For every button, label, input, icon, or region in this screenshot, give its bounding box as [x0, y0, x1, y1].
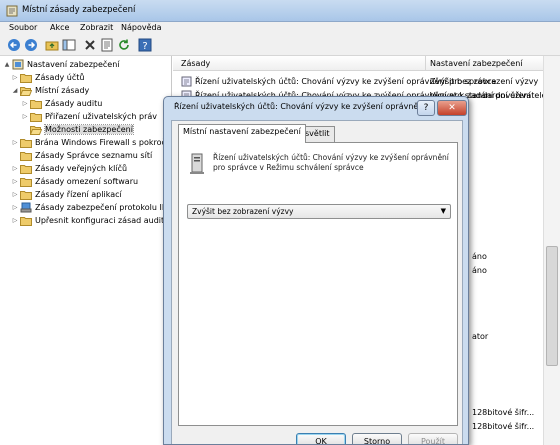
folder-open-icon [30, 124, 42, 135]
menu-akce[interactable]: Akce [50, 23, 69, 32]
policy-setting: áno [472, 252, 487, 261]
folder-icon [20, 215, 32, 226]
forward-arrow-icon[interactable] [24, 38, 38, 52]
tree-item-ip-security-policies[interactable]: ▷ Zásady zabezpečení protokolu IP v míst… [11, 201, 171, 214]
policy-setting: 128bitové šifr... [472, 422, 535, 431]
tree-item-network-list-manager[interactable]: Zásady Správce seznamu sítí [11, 149, 152, 162]
toolbar: ? [0, 36, 560, 56]
close-button[interactable]: ✕ [437, 100, 467, 116]
menu-soubor[interactable]: Soubor [9, 23, 37, 32]
folder-icon [20, 189, 32, 200]
collapse-icon[interactable]: ◢ [11, 87, 19, 94]
expand-icon[interactable]: ▷ [11, 204, 19, 211]
tree-item-audit-policy[interactable]: ▷ Zásady auditu [21, 97, 102, 110]
properties-icon[interactable] [100, 38, 114, 52]
delete-icon[interactable] [83, 38, 97, 52]
policy-setting: ator [472, 332, 489, 341]
scrollbar-thumb[interactable] [546, 246, 558, 366]
list-header: Zásady Nastavení zabezpečení [173, 56, 560, 71]
tab-panel: Řízení uživatelských účtů: Chování výzvy… [178, 142, 458, 426]
tree-item-public-key-policies[interactable]: ▷ Zásady veřejných klíčů [11, 162, 127, 175]
folder-icon [20, 163, 32, 174]
expand-icon[interactable]: ▷ [11, 165, 19, 172]
column-separator[interactable] [425, 56, 426, 71]
tree-item-local-policies[interactable]: ◢ Místní zásady [11, 84, 89, 97]
folder-icon [20, 72, 32, 83]
folder-open-icon [20, 85, 32, 96]
tree-item-user-rights-assignment[interactable]: ▷ Přiřazení uživatelských práv [21, 110, 157, 123]
chevron-down-icon: ▼ [440, 207, 446, 215]
folder-icon [20, 150, 32, 161]
elevation-behavior-select[interactable]: Zvýšit bez zobrazení výzvy ▼ [187, 204, 451, 219]
selected-option: Zvýšit bez zobrazení výzvy [192, 207, 294, 216]
show-hide-tree-icon[interactable] [62, 38, 76, 52]
computer-icon [189, 153, 207, 175]
navigation-tree: ▲ Nastavení zabezpečení ▷ Zásady účtů ◢ … [0, 56, 172, 445]
expand-icon[interactable]: ▷ [21, 100, 29, 107]
help-button[interactable]: ? [417, 100, 435, 116]
dialog-title: Řízení uživatelských účtů: Chování výzvy… [174, 102, 422, 111]
title-bar: Místní zásady zabezpečení [0, 0, 560, 22]
menu-napoveda[interactable]: Nápověda [121, 23, 162, 32]
window-title: Místní zásady zabezpečení [22, 5, 136, 15]
help-icon[interactable]: ? [138, 38, 152, 52]
expand-icon[interactable]: ▷ [21, 113, 29, 120]
menu-zobrazit[interactable]: Zobrazit [80, 23, 113, 32]
menu-bar: Soubor Akce Zobrazit Nápověda [0, 22, 560, 36]
dialog-body: Místní nastavení zabezpečení Vysvětlit Ř… [171, 120, 463, 444]
expand-icon[interactable]: ▷ [11, 74, 19, 81]
security-settings-icon [12, 59, 24, 70]
ipsec-policy-icon [20, 202, 32, 213]
policy-setting: Zvýšit bez zobrazení výzvy [430, 77, 539, 86]
apply-button[interactable]: Použít [408, 433, 458, 444]
tree-item-advanced-audit[interactable]: ▷ Upřesnit konfiguraci zásad auditování [11, 214, 171, 227]
expand-icon[interactable]: ▷ [11, 191, 19, 198]
tree-item-software-restriction[interactable]: ▷ Zásady omezení softwaru [11, 175, 138, 188]
security-policy-icon [6, 5, 18, 17]
properties-dialog: Řízení uživatelských účtů: Chování výzvy… [163, 96, 469, 445]
ok-button[interactable]: OK [296, 433, 346, 444]
back-arrow-icon[interactable] [7, 38, 21, 52]
policy-setting: áno [472, 266, 487, 275]
folder-icon [30, 98, 42, 109]
policy-icon [181, 76, 192, 87]
expand-icon[interactable]: ▷ [11, 139, 19, 146]
svg-text:?: ? [142, 41, 147, 52]
expand-icon[interactable]: ▷ [11, 178, 19, 185]
tree-item-security-settings[interactable]: ▲ Nastavení zabezpečení [3, 58, 120, 71]
refresh-icon[interactable] [117, 38, 131, 52]
tree-item-account-policies[interactable]: ▷ Zásady účtů [11, 71, 84, 84]
folder-icon [20, 137, 32, 148]
tree-item-windows-firewall[interactable]: ▷ Brána Windows Firewall s pokročilým za… [11, 136, 171, 149]
column-header-setting[interactable]: Nastavení zabezpečení [430, 59, 523, 68]
tree-item-application-control[interactable]: ▷ Zásady řízení aplikací [11, 188, 122, 201]
collapse-icon[interactable]: ▲ [3, 61, 11, 68]
tree-item-security-options[interactable]: Možnosti zabezpečení [21, 123, 134, 136]
column-header-policy[interactable]: Zásady [181, 59, 210, 68]
policy-setting: 128bitové šifr... [472, 408, 535, 417]
cancel-button[interactable]: Storno [352, 433, 402, 444]
folder-icon [20, 176, 32, 187]
vertical-scrollbar[interactable] [543, 56, 560, 445]
tab-local-security-setting[interactable]: Místní nastavení zabezpečení [178, 124, 306, 143]
policy-description: Řízení uživatelských účtů: Chování výzvy… [213, 153, 449, 172]
up-folder-icon[interactable] [45, 38, 59, 52]
expand-icon[interactable]: ▷ [11, 217, 19, 224]
folder-icon [30, 111, 42, 122]
